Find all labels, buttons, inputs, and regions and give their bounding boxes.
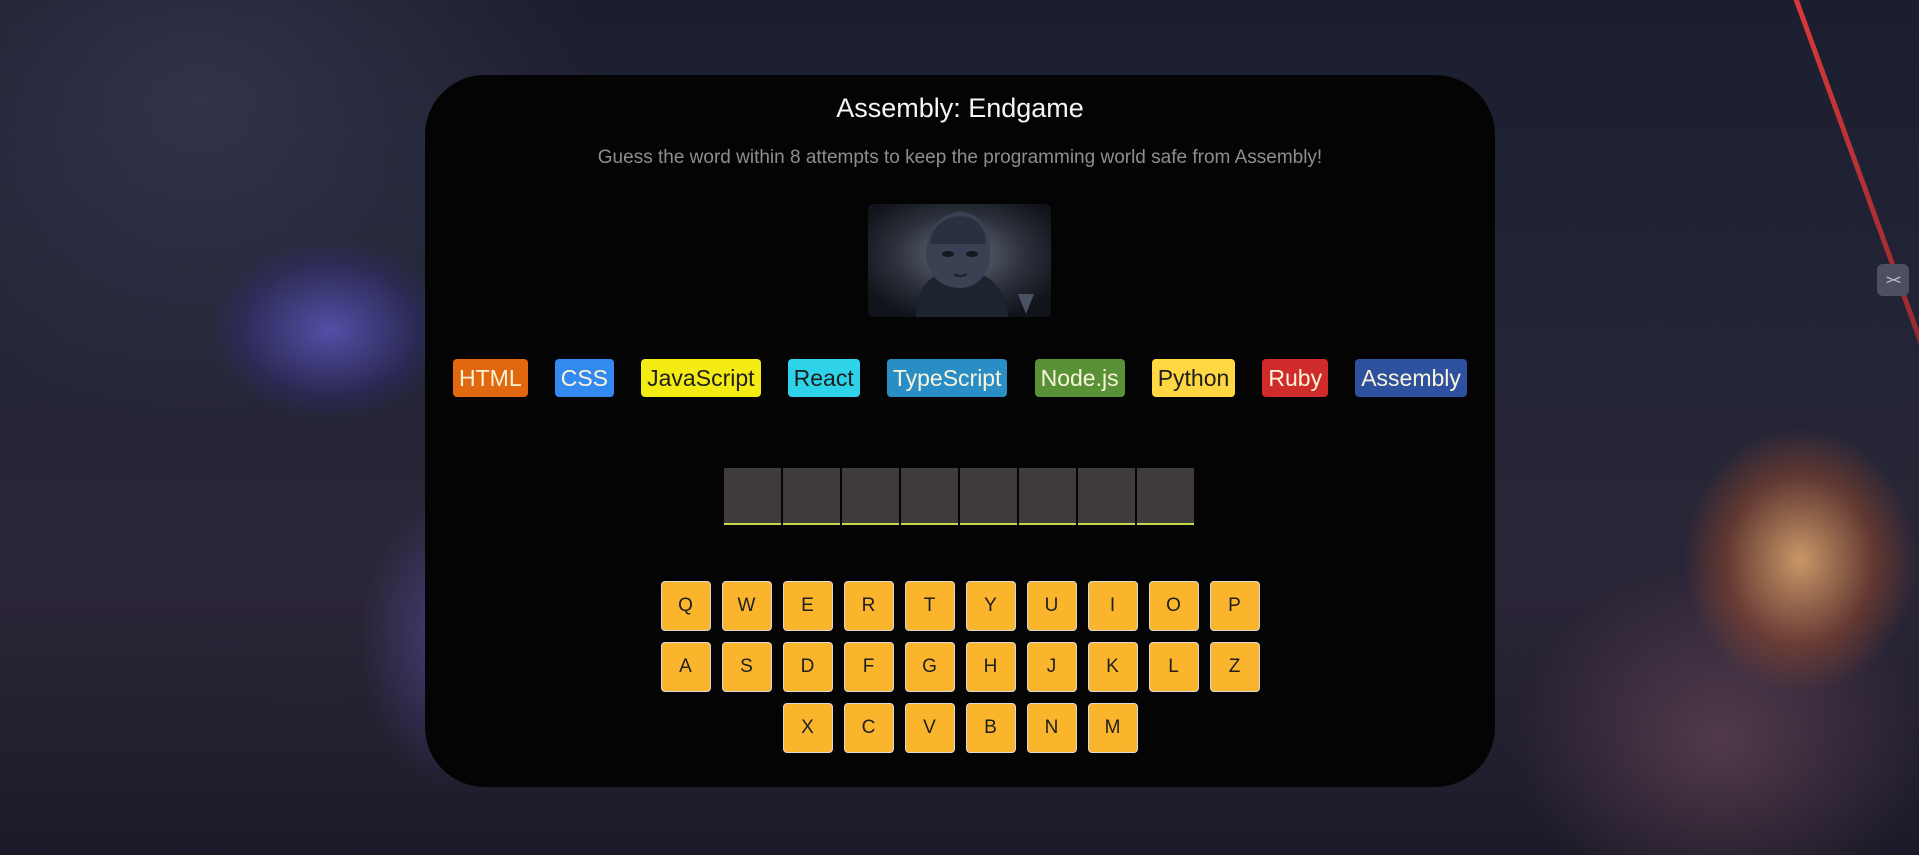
key-s[interactable]: S xyxy=(721,642,772,692)
letter-slot xyxy=(1078,468,1135,525)
key-z[interactable]: Z xyxy=(1209,642,1260,692)
key-k[interactable]: K xyxy=(1087,642,1138,692)
game-title: Assembly: Endgame xyxy=(836,93,1084,123)
language-chip-typescript: TypeScript xyxy=(886,359,1008,397)
game-subtitle: Guess the word within 8 attempts to keep… xyxy=(597,147,1323,168)
language-chip-ruby: Ruby xyxy=(1262,359,1329,397)
language-chip-css: CSS xyxy=(554,359,615,397)
language-chips: HTML CSS JavaScript React TypeScript Node.js P… xyxy=(453,359,1467,397)
key-q[interactable]: Q xyxy=(660,581,711,631)
key-m[interactable]: M xyxy=(1087,703,1138,753)
key-x[interactable]: X xyxy=(782,703,833,753)
key-i[interactable]: I xyxy=(1087,581,1138,631)
language-chip-javascript: JavaScript xyxy=(641,359,761,397)
side-toggle-button[interactable]: >< xyxy=(1877,264,1909,296)
key-t[interactable]: T xyxy=(904,581,955,631)
key-u[interactable]: U xyxy=(1026,581,1077,631)
key-r[interactable]: R xyxy=(843,581,894,631)
key-g[interactable]: G xyxy=(904,642,955,692)
language-chip-node-js: Node.js xyxy=(1034,359,1125,397)
key-h[interactable]: H xyxy=(965,642,1016,692)
letter-slot xyxy=(842,468,899,525)
key-v[interactable]: V xyxy=(904,703,955,753)
keyboard-row-1: QWERTYUIOP xyxy=(660,581,1260,631)
letter-slot xyxy=(1019,468,1076,525)
keyboard-row-3: XCVBNM xyxy=(782,703,1138,753)
keyboard-row-2: ASDFGHJKLZ xyxy=(660,642,1260,692)
letter-slot xyxy=(901,468,958,525)
collapse-arrows-icon: >< xyxy=(1886,272,1901,288)
key-a[interactable]: A xyxy=(660,642,711,692)
letter-slot xyxy=(1137,468,1194,525)
key-f[interactable]: F xyxy=(843,642,894,692)
hero-image xyxy=(868,204,1051,317)
key-d[interactable]: D xyxy=(782,642,833,692)
key-e[interactable]: E xyxy=(782,581,833,631)
key-y[interactable]: Y xyxy=(965,581,1016,631)
letter-slot xyxy=(724,468,781,525)
key-j[interactable]: J xyxy=(1026,642,1077,692)
word-slots xyxy=(724,468,1194,525)
key-o[interactable]: O xyxy=(1148,581,1199,631)
key-n[interactable]: N xyxy=(1026,703,1077,753)
letter-slot xyxy=(960,468,1017,525)
key-l[interactable]: L xyxy=(1148,642,1199,692)
language-chip-html: HTML xyxy=(453,359,528,397)
game-panel: Assembly: Endgame Guess the word within … xyxy=(425,75,1495,787)
background-laser-streak xyxy=(1790,0,1919,423)
key-b[interactable]: B xyxy=(965,703,1016,753)
helmeted-hero-image xyxy=(868,204,1051,317)
key-p[interactable]: P xyxy=(1209,581,1260,631)
language-chip-react: React xyxy=(787,359,860,397)
key-w[interactable]: W xyxy=(721,581,772,631)
keyboard: QWERTYUIOP ASDFGHJKLZ XCVBNM xyxy=(425,581,1495,753)
letter-slot xyxy=(783,468,840,525)
language-chip-python: Python xyxy=(1151,359,1236,397)
key-c[interactable]: C xyxy=(843,703,894,753)
language-chip-assembly: Assembly xyxy=(1355,359,1467,397)
